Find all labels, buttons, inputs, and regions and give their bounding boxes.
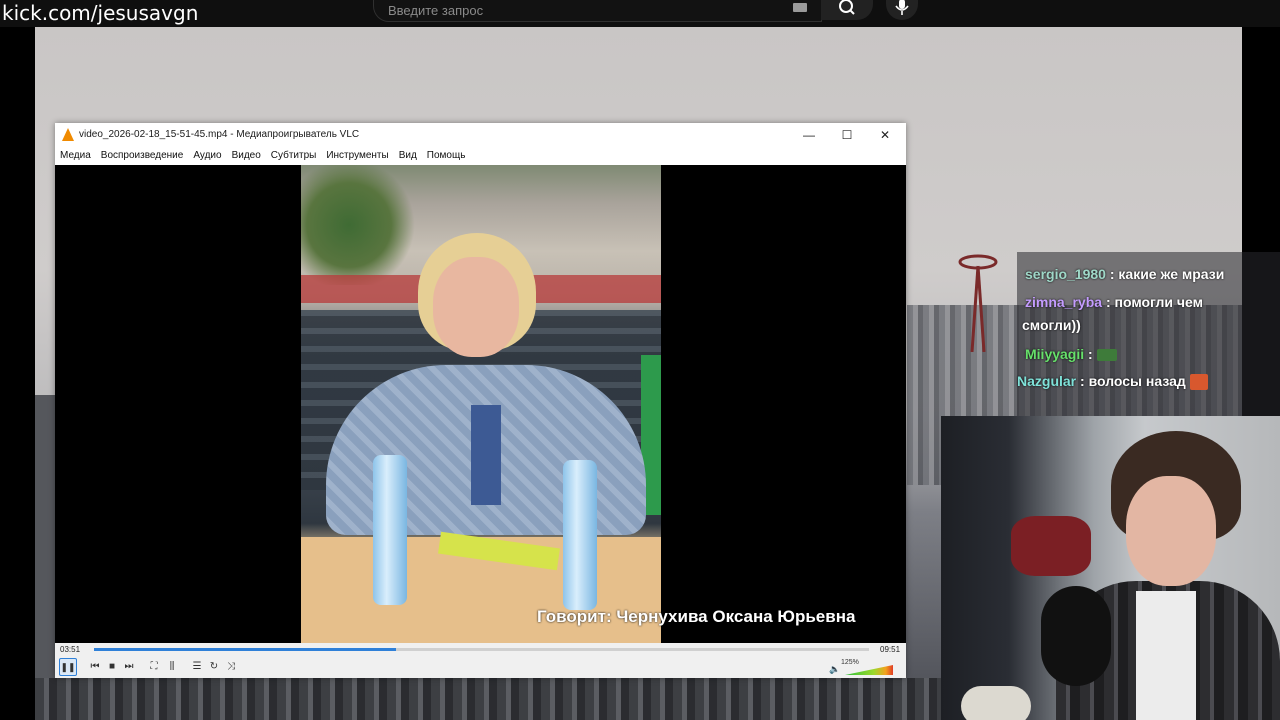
stop-button[interactable]: ■: [105, 660, 119, 674]
search-placeholder: Введите запрос: [388, 3, 484, 18]
controls-bar: 03:51 09:51 ❚❚ ⏮ ■ ⏭ ⛶ ⫼ ☰ ↻ ⤨ 🔈 125%: [55, 643, 906, 678]
chat-message: zimna_ryba : помогли чем: [1025, 294, 1203, 310]
voice-search-button[interactable]: [886, 0, 918, 20]
menu-tools[interactable]: Инструменты: [321, 147, 393, 165]
loop-button[interactable]: ↻: [207, 660, 221, 674]
previous-icon: ⏮: [90, 661, 100, 672]
channel-url-overlay: kick.com/jesusavgn: [2, 1, 199, 25]
playlist-button[interactable]: ☰: [190, 660, 204, 674]
chat-message: Nazgular : волосы назад: [1017, 373, 1208, 391]
streamer-face: [1126, 476, 1216, 586]
chat-username: zimna_ryba: [1025, 294, 1103, 310]
pause-icon: ❚❚: [60, 662, 76, 672]
streamer-tshirt: [1136, 591, 1196, 720]
chat-message-continued: смогли)): [1022, 317, 1081, 333]
seek-bar[interactable]: [94, 648, 869, 651]
chat-text: : волосы назад: [1080, 373, 1186, 389]
menu-audio[interactable]: Аудио: [188, 147, 226, 165]
woman-face: [433, 257, 519, 357]
green-emote-icon: [1096, 349, 1117, 362]
mic-arm: [961, 686, 1031, 720]
close-button[interactable]: ✕: [866, 123, 904, 147]
vlc-window: video_2026-02-18_15-51-45.mp4 - Медиапро…: [55, 123, 906, 678]
maximize-button[interactable]: ☐: [828, 123, 866, 147]
loop-icon: ↻: [209, 661, 219, 672]
orange-emote-icon: [1189, 374, 1208, 391]
shuffle-button[interactable]: ⤨: [224, 660, 238, 674]
chat-message: sergio_1980 : какие же мрази: [1025, 266, 1224, 282]
city-edge: [35, 395, 55, 695]
chat-text: : помогли чем: [1105, 294, 1203, 310]
menu-help[interactable]: Помощь: [422, 147, 471, 165]
previous-button[interactable]: ⏮: [88, 660, 102, 674]
menu-bar: Медиа Воспроизведение Аудио Видео Субтитры Ин…: [55, 147, 906, 165]
keyboard-icon[interactable]: [793, 3, 807, 12]
extended-settings-button[interactable]: ⫼: [165, 660, 179, 674]
vlc-title-bar[interactable]: video_2026-02-18_15-51-45.mp4 - Медиапро…: [55, 123, 906, 147]
chat-message: Miiyyagii :: [1025, 346, 1117, 362]
water-bottle-left: [373, 455, 407, 605]
video-area[interactable]: Говорит: Чернухива Оксана Юрьевна: [55, 165, 906, 643]
tower-silhouette: [958, 254, 998, 352]
chat-text: : какие же мрази: [1109, 266, 1225, 282]
search-input[interactable]: Введите запрос: [373, 0, 822, 22]
speaker-caption: Говорит: Чернухива Оксана Юрьевна: [537, 607, 856, 626]
menu-subtitles[interactable]: Субтитры: [266, 147, 322, 165]
chat-username: Nazgular: [1017, 373, 1077, 389]
chat-text: :: [1088, 346, 1093, 362]
plant: [301, 165, 421, 285]
browser-top-bar: kick.com/jesusavgn Введите запрос: [0, 0, 1280, 27]
next-icon: ⏭: [124, 661, 134, 672]
menu-playback[interactable]: Воспроизведение: [96, 147, 189, 165]
fullscreen-button[interactable]: ⛶: [147, 660, 161, 674]
video-frame: [301, 165, 661, 643]
playlist-icon: ☰: [192, 661, 202, 672]
menu-view[interactable]: Вид: [394, 147, 422, 165]
chat-overlay: sergio_1980 : какие же мрази zimna_ryba …: [1017, 252, 1280, 416]
shuffle-icon: ⤨: [227, 661, 235, 672]
time-total[interactable]: 09:51: [880, 645, 900, 654]
search-icon: [839, 0, 855, 15]
background-object: [1011, 516, 1091, 576]
water-bottle-right: [563, 460, 597, 610]
chat-username: Miiyyagii: [1025, 346, 1085, 362]
fullscreen-icon: ⛶: [150, 661, 158, 672]
webcam-overlay: [941, 416, 1280, 720]
seek-progress: [94, 648, 397, 651]
stop-icon: ■: [108, 661, 116, 672]
next-button[interactable]: ⏭: [122, 660, 136, 674]
woman-shirt: [471, 405, 501, 505]
microphone: [1041, 586, 1111, 686]
search-button[interactable]: [821, 0, 873, 20]
minimize-button[interactable]: —: [790, 123, 828, 147]
menu-video[interactable]: Видео: [227, 147, 266, 165]
menu-media[interactable]: Медиа: [55, 147, 96, 165]
volume-label: 125%: [841, 659, 859, 666]
equalizer-icon: ⫼: [169, 661, 175, 672]
speaker-icon[interactable]: 🔈: [829, 664, 840, 675]
time-current: 03:51: [60, 645, 81, 654]
window-title: video_2026-02-18_15-51-45.mp4 - Медиапро…: [79, 129, 360, 140]
chat-username: sergio_1980: [1025, 266, 1106, 282]
volume-slider[interactable]: [845, 665, 893, 675]
vlc-cone-icon: [62, 128, 74, 141]
pause-button[interactable]: ❚❚: [59, 658, 77, 676]
microphone-icon: [895, 0, 909, 15]
